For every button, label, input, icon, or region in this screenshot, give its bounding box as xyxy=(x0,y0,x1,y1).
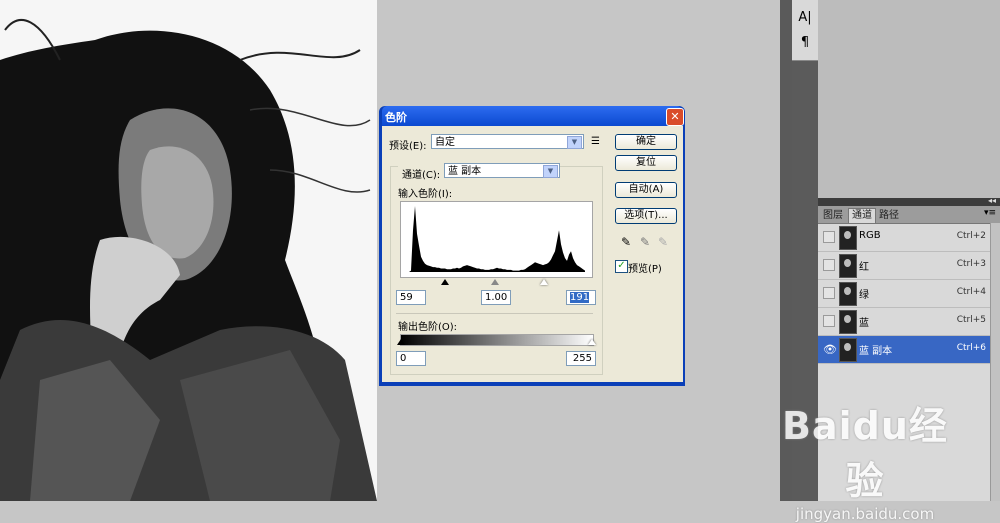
character-tool-icon[interactable]: A| xyxy=(796,10,814,28)
channel-row[interactable]: 绿 Ctrl+4 xyxy=(818,280,990,308)
watermark: Baidu经验 jingyan.baidu.com xyxy=(765,395,965,523)
tab-channels[interactable]: 通道 xyxy=(848,208,876,223)
input-levels-label: 输入色阶(I): xyxy=(398,189,453,200)
input-black-slider[interactable] xyxy=(441,279,449,285)
channel-thumbnail xyxy=(839,338,857,362)
paragraph-tool-icon[interactable]: ¶ xyxy=(796,35,814,53)
preset-value: 自定 xyxy=(435,137,455,148)
channel-shortcut: Ctrl+3 xyxy=(956,259,986,269)
channel-name: 绿 xyxy=(859,290,869,301)
channel-name: 红 xyxy=(859,262,869,273)
input-black-field[interactable]: 59 xyxy=(396,290,426,305)
output-white-field[interactable]: 255 xyxy=(566,351,596,366)
black-eyedropper-icon[interactable]: ✎ xyxy=(621,235,631,249)
reset-button[interactable]: 复位 xyxy=(615,155,677,171)
output-black-slider[interactable] xyxy=(397,339,405,345)
divider xyxy=(396,313,593,314)
preview-label: 预览(P) xyxy=(628,264,662,275)
histogram-graph xyxy=(407,206,585,272)
preset-options-icon[interactable]: ☰ xyxy=(591,136,600,147)
channel-row[interactable]: 红 Ctrl+3 xyxy=(818,252,990,280)
dialog-title: 色阶 xyxy=(385,111,407,124)
panel-empty-area xyxy=(818,0,1000,198)
watermark-brand: Baidu经验 xyxy=(782,404,948,503)
preset-select[interactable]: 自定 ▼ xyxy=(431,134,584,149)
panel-titlebar[interactable]: ◂◂ xyxy=(818,196,1000,206)
channel-shortcut: Ctrl+2 xyxy=(956,231,986,241)
output-levels-label: 输出色阶(O): xyxy=(398,322,458,333)
portrait-image xyxy=(0,0,377,501)
visibility-toggle[interactable] xyxy=(823,315,835,327)
input-white-slider[interactable] xyxy=(540,279,548,285)
channel-thumbnail xyxy=(839,226,857,250)
panel-tabs: 图层 通道 路径 ▾≡ xyxy=(818,206,1000,224)
histogram xyxy=(400,201,593,278)
visibility-toggle[interactable] xyxy=(823,287,835,299)
channel-thumbnail xyxy=(839,310,857,334)
channel-name: 蓝 xyxy=(859,318,869,329)
canvas-photo xyxy=(0,0,377,501)
panel-menu-icon[interactable]: ▾≡ xyxy=(984,208,996,218)
input-gamma-field[interactable]: 1.00 xyxy=(481,290,511,305)
tab-paths[interactable]: 路径 xyxy=(876,209,902,223)
channel-select[interactable]: 蓝 副本 ▼ xyxy=(444,163,560,178)
close-button[interactable]: ✕ xyxy=(666,108,684,126)
channel-shortcut: Ctrl+5 xyxy=(956,315,986,325)
channels-scrollbar[interactable] xyxy=(990,223,1000,501)
channel-thumbnail xyxy=(839,254,857,278)
preset-label: 预设(E): xyxy=(389,141,427,152)
output-white-slider[interactable] xyxy=(588,339,596,345)
channel-shortcut: Ctrl+6 xyxy=(956,343,986,353)
channel-row[interactable]: 👁 蓝 副本 Ctrl+6 xyxy=(818,336,990,364)
channel-thumbnail xyxy=(839,282,857,306)
input-white-value: 191 xyxy=(570,292,590,303)
channel-name: 蓝 副本 xyxy=(859,346,893,357)
visibility-toggle[interactable] xyxy=(823,231,835,243)
eye-icon[interactable]: 👁 xyxy=(823,343,837,356)
channel-label: 通道(C): xyxy=(398,166,445,181)
ok-button[interactable]: 确定 xyxy=(615,134,677,150)
histogram-area xyxy=(407,206,585,272)
dialog-titlebar[interactable] xyxy=(382,106,682,126)
preview-checkbox[interactable]: ✓ xyxy=(615,260,628,273)
chevron-down-icon: ▼ xyxy=(567,136,582,149)
channel-shortcut: Ctrl+4 xyxy=(956,287,986,297)
white-eyedropper-icon[interactable]: ✎ xyxy=(658,235,668,249)
options-button[interactable]: 选项(T)... xyxy=(615,208,677,224)
chevron-down-icon: ▼ xyxy=(543,165,558,178)
channel-row[interactable]: RGB Ctrl+2 xyxy=(818,224,990,252)
channel-name: RGB xyxy=(859,230,881,241)
channel-value: 蓝 副本 xyxy=(448,166,482,177)
input-white-field[interactable]: 191 xyxy=(566,290,596,305)
visibility-toggle[interactable] xyxy=(823,259,835,271)
output-black-field[interactable]: 0 xyxy=(396,351,426,366)
channel-row[interactable]: 蓝 Ctrl+5 xyxy=(818,308,990,336)
tab-layers[interactable]: 图层 xyxy=(820,209,846,223)
watermark-url: jingyan.baidu.com xyxy=(795,505,935,523)
input-gamma-slider[interactable] xyxy=(491,279,499,285)
output-gradient xyxy=(400,334,594,346)
collapse-icon[interactable]: ◂◂ xyxy=(988,196,996,205)
gray-eyedropper-icon[interactable]: ✎ xyxy=(640,235,650,249)
auto-button[interactable]: 自动(A) xyxy=(615,182,677,198)
